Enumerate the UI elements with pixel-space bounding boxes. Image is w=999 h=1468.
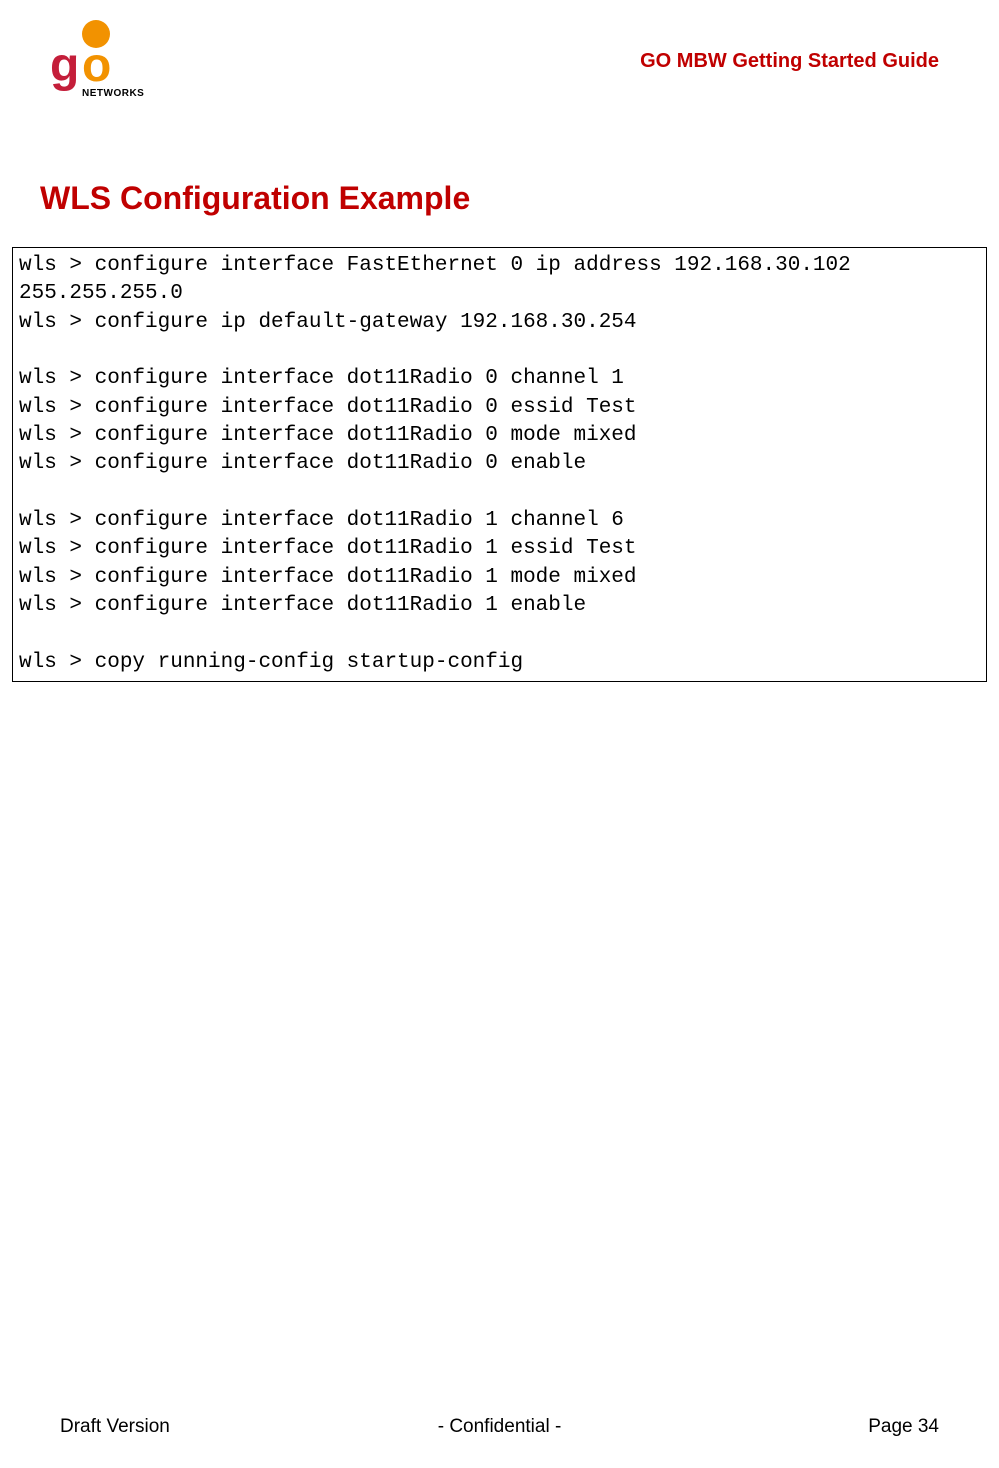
logo-networks-text: NETWORKS [82, 88, 144, 99]
logo-letter-o: o [82, 38, 111, 93]
footer-confidential: - Confidential - [353, 1416, 646, 1438]
page-footer: Draft Version - Confidential - Page 34 [0, 1416, 999, 1438]
guide-title: GO MBW Getting Started Guide [640, 50, 939, 73]
logo: g o NETWORKS [50, 20, 140, 110]
configuration-code-block: wls > configure interface FastEthernet 0… [12, 247, 987, 682]
page-header: g o NETWORKS GO MBW Getting Started Guid… [0, 0, 999, 120]
footer-page-number: Page 34 [646, 1416, 939, 1438]
footer-version: Draft Version [60, 1416, 353, 1438]
section-heading: WLS Configuration Example [40, 180, 999, 217]
logo-letter-g: g [50, 38, 79, 93]
